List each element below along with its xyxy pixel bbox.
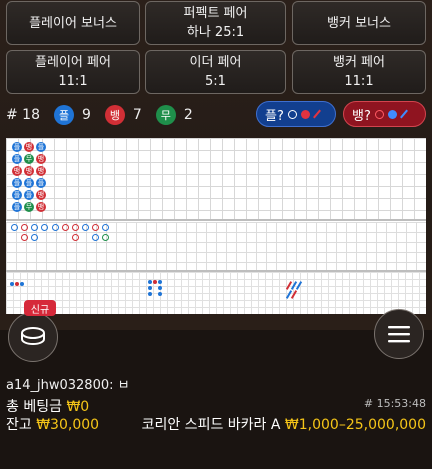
banker-ask-label: 뱅? <box>352 108 371 124</box>
ring-icon <box>374 109 384 119</box>
bead-road-mark: 플 <box>36 178 46 188</box>
big-road-mark <box>52 224 59 231</box>
either-pair-odds: 5:1 <box>205 74 226 89</box>
player-ask-button[interactable]: 플? <box>256 101 336 127</box>
bead-road-mark: 플 <box>12 154 22 164</box>
banker-pair-odds: 11:1 <box>344 74 374 89</box>
total-bet-value: ₩0 <box>66 399 90 415</box>
player-win-count: 9 <box>82 107 91 123</box>
balance-value: ₩30,000 <box>36 417 100 433</box>
bead-road-mark: 플 <box>12 202 22 212</box>
bead-road-mark: 플 <box>24 178 34 188</box>
big-road-mark <box>21 234 28 241</box>
player-win-icon: 플 <box>54 105 74 125</box>
bead-road-mark: 플 <box>36 142 46 152</box>
banker-win-count: 7 <box>132 107 142 123</box>
table-limits: ₩1,000–25,000,000 <box>284 417 426 433</box>
derived-mark <box>158 286 162 290</box>
table-info: 코리안 스피드 바카라 A ₩1,000–25,000,000 <box>142 414 426 434</box>
banker-pair-bet-button[interactable]: 뱅커 페어 11:1 <box>292 50 426 94</box>
derived-mark <box>148 286 152 290</box>
derived-mark <box>10 282 14 286</box>
round-count: # 18 <box>6 107 40 123</box>
chip-stack-icon <box>21 327 45 346</box>
username: a14_jhw032800: ㅂ <box>6 378 130 393</box>
bead-road-mark: 뱅 <box>24 142 34 152</box>
banker-win-icon: 뱅 <box>104 105 125 125</box>
big-road-mark <box>21 224 28 231</box>
big-road <box>6 222 426 270</box>
perfect-pair-label: 퍼펙트 페어 <box>183 6 248 21</box>
derived-roads <box>6 272 426 314</box>
new-badge: 신규 <box>24 300 56 316</box>
banker-pair-label: 뱅커 페어 <box>333 55 385 70</box>
derived-mark <box>153 280 157 284</box>
ring-icon <box>287 109 297 119</box>
hamburger-menu-icon <box>388 326 410 343</box>
bead-road-mark: 플 <box>24 190 34 200</box>
blue-dot-icon <box>387 109 397 119</box>
big-road-mark <box>62 224 69 231</box>
bead-road-mark: 무 <box>24 154 34 164</box>
banker-bonus-bet-button[interactable]: 뱅커 보너스 <box>292 1 426 45</box>
menu-button[interactable] <box>374 309 424 359</box>
derived-mark <box>158 292 162 296</box>
big-road-mark <box>31 234 38 241</box>
bead-road-mark: 플 <box>12 190 22 200</box>
player-pair-odds: 11:1 <box>58 74 88 89</box>
total-bet-label: 총 베팅금 <box>6 399 62 415</box>
derived-mark <box>148 280 152 284</box>
tie-count: 2 <box>183 107 193 123</box>
bead-road-mark: 뱅 <box>24 166 34 176</box>
bead-road-mark: 무 <box>24 202 34 212</box>
bead-road-mark: 뱅 <box>12 166 22 176</box>
bead-road-mark: 플 <box>12 142 22 152</box>
big-road-mark <box>11 224 18 231</box>
divider <box>6 219 426 221</box>
banker-bonus-label: 뱅커 보너스 <box>327 15 391 31</box>
either-pair-bet-button[interactable]: 이더 페어 5:1 <box>145 50 286 94</box>
big-road-mark <box>92 234 99 241</box>
player-ask-label: 플? <box>265 108 284 124</box>
derived-mark <box>148 292 152 296</box>
bead-road-mark: 뱅 <box>36 202 46 212</box>
derived-mark <box>158 280 162 284</box>
big-road-mark <box>102 234 109 241</box>
big-road-mark <box>41 224 48 231</box>
big-road-mark <box>72 234 79 241</box>
chip-button[interactable] <box>8 312 58 362</box>
player-pair-bet-button[interactable]: 플레이어 페어 11:1 <box>6 50 140 94</box>
player-pair-label: 플레이어 페어 <box>35 55 111 70</box>
derived-mark <box>20 282 24 286</box>
slash-icon <box>399 109 408 119</box>
bead-road-mark: 뱅 <box>36 154 46 164</box>
big-road-mark <box>72 224 79 231</box>
perfect-pair-bet-button[interactable]: 퍼펙트 페어 하나 25:1 <box>145 1 286 45</box>
big-road-mark <box>92 224 99 231</box>
perfect-pair-odds: 하나 25:1 <box>186 25 245 40</box>
bead-road-mark: 뱅 <box>36 190 46 200</box>
scoreboard[interactable]: 플플뱅플플플뱅무뱅플플무플뱅뱅플뱅뱅 <box>6 138 426 314</box>
big-road-mark <box>31 224 38 231</box>
bead-road <box>6 138 426 219</box>
player-bonus-bet-button[interactable]: 플레이어 보너스 <box>6 1 140 45</box>
round-time: # 15:53:48 <box>363 397 426 410</box>
big-road-mark <box>82 224 89 231</box>
player-bonus-label: 플레이어 보너스 <box>29 15 117 31</box>
balance-label: 잔고 <box>6 417 32 433</box>
bead-road-mark: 플 <box>12 178 22 188</box>
banker-ask-button[interactable]: 뱅? <box>343 101 426 127</box>
balance: 잔고 ₩30,000 <box>6 414 99 434</box>
big-road-mark <box>102 224 109 231</box>
road-stats: # 18 플 9 뱅 7 무 2 <box>6 104 207 126</box>
total-bet: 총 베팅금 ₩0 <box>6 396 89 416</box>
slash-icon <box>312 109 321 119</box>
either-pair-label: 이더 페어 <box>189 55 242 70</box>
tie-icon: 무 <box>155 105 176 125</box>
table-name: 코리안 스피드 바카라 A <box>141 417 281 433</box>
bead-road-mark: 뱅 <box>36 166 46 176</box>
red-dot-icon <box>300 109 310 119</box>
derived-mark <box>15 282 19 286</box>
